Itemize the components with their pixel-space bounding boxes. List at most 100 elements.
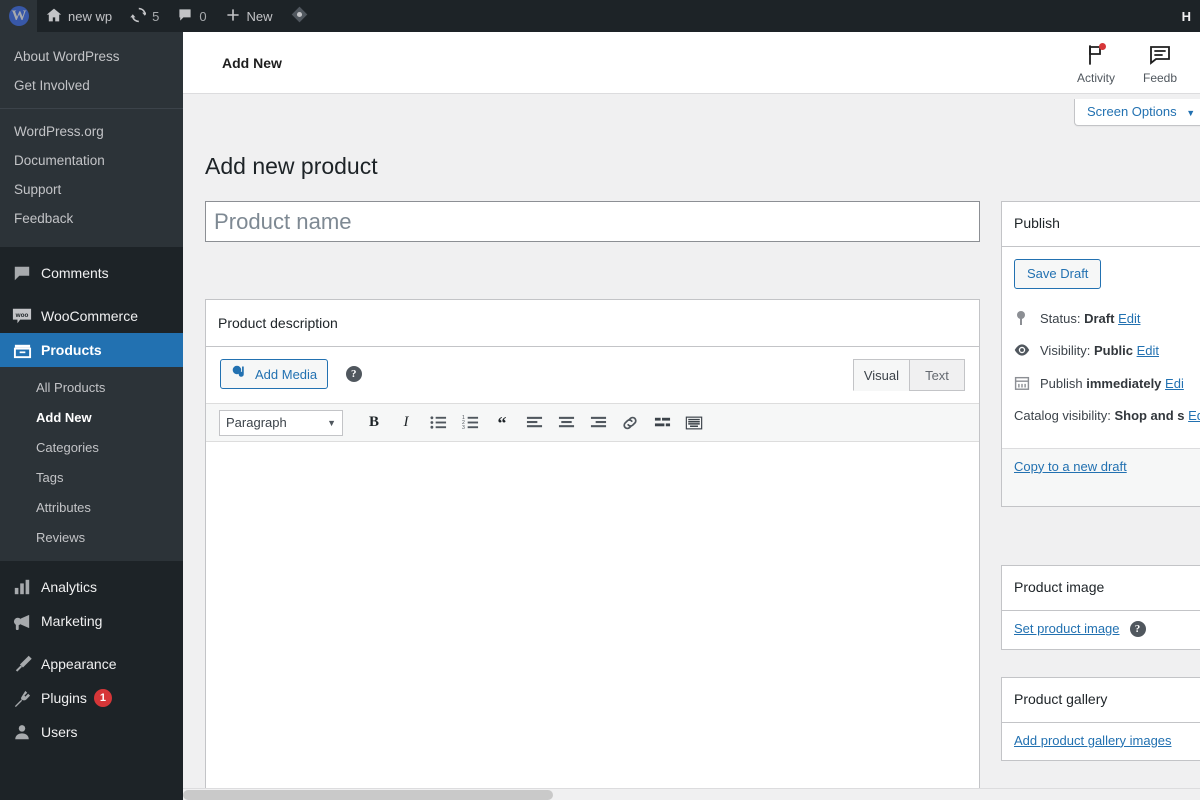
admin-content-area: Add New Activity Feedb Screen Options ▼ … — [183, 32, 1200, 800]
flyout-group-resources: WordPress.org Documentation Support Feed… — [0, 108, 183, 237]
product-title-wrap — [205, 201, 980, 242]
admin-bar-howdy[interactable]: H — [1173, 0, 1200, 32]
publish-box: Publish Save Draft Status: Draft Edit Vi… — [1001, 201, 1200, 507]
status-edit-link[interactable]: Edit — [1118, 311, 1140, 326]
editor-toolbar-top: Add Media ? Visual Text — [206, 347, 979, 403]
catalog-visibility-text: Catalog visibility: Shop and s Edit — [1014, 406, 1200, 426]
flyout-item-documentation[interactable]: Documentation — [0, 146, 183, 175]
submenu-item-tags[interactable]: Tags — [0, 463, 183, 493]
sidebar-item-label: Marketing — [41, 613, 103, 629]
comments-icon — [12, 263, 32, 283]
submenu-item-attributes[interactable]: Attributes — [0, 493, 183, 523]
help-icon[interactable]: ? — [1129, 620, 1146, 637]
site-name-label: new wp — [68, 8, 113, 24]
sidebar-item-label: Comments — [41, 265, 109, 281]
copy-to-new-draft-link[interactable]: Copy to a new draft — [1014, 459, 1127, 474]
plugins-update-badge: 1 — [93, 689, 112, 707]
visibility-edit-link[interactable]: Edit — [1137, 343, 1159, 358]
add-media-button[interactable]: Add Media — [220, 359, 329, 389]
flag-icon — [1083, 42, 1109, 68]
italic-icon[interactable]: I — [391, 410, 421, 436]
link-icon[interactable] — [615, 410, 645, 436]
paragraph-format-select[interactable]: Paragraph ▼ — [219, 409, 343, 436]
screen-options-tab[interactable]: Screen Options ▼ — [1074, 99, 1200, 126]
set-product-image-link[interactable]: Set product image — [1014, 621, 1120, 636]
submenu-item-categories[interactable]: Categories — [0, 433, 183, 463]
editor-content-area[interactable] — [206, 442, 979, 800]
schedule-edit-link[interactable]: Edi — [1165, 376, 1184, 391]
align-center-icon[interactable] — [551, 410, 581, 436]
tab-text[interactable]: Text — [909, 359, 965, 391]
flyout-item-get-involved[interactable]: Get Involved — [0, 71, 183, 100]
flyout-item-about-wordpress[interactable]: About WordPress — [0, 42, 183, 71]
comment-bubble-icon — [177, 7, 193, 26]
help-icon[interactable]: ? — [345, 366, 362, 382]
blockquote-icon[interactable]: “ — [487, 410, 517, 436]
flyout-item-feedback[interactable]: Feedback — [0, 204, 183, 233]
flyout-item-wordpress-org[interactable]: WordPress.org — [0, 117, 183, 146]
home-icon — [46, 7, 62, 26]
horizontal-scrollbar[interactable] — [183, 788, 1200, 800]
sidebar-item-label: Users — [41, 724, 78, 740]
submenu-item-all-products[interactable]: All Products — [0, 373, 183, 403]
calendar-icon — [1014, 375, 1032, 397]
sidebar-item-label: WooCommerce — [41, 308, 138, 324]
admin-bar-seo[interactable] — [282, 0, 317, 32]
sidebar-item-marketing[interactable]: Marketing — [0, 604, 183, 638]
tab-visual[interactable]: Visual — [852, 359, 910, 391]
sidebar-item-plugins[interactable]: Plugins 1 — [0, 681, 183, 715]
new-label: New — [246, 8, 273, 24]
horizontal-scrollbar-thumb[interactable] — [183, 790, 553, 800]
bold-icon[interactable]: B — [359, 410, 389, 436]
bulleted-list-icon[interactable] — [423, 410, 453, 436]
admin-bar-site-name[interactable]: new wp — [37, 0, 121, 32]
diamond-icon — [291, 6, 308, 26]
activity-panel-button[interactable]: Activity — [1077, 42, 1115, 85]
sidebar-item-products[interactable]: Products — [0, 333, 191, 367]
product-image-box: Product image Set product image ? — [1001, 565, 1200, 650]
admin-bar-wp-logo[interactable]: W — [0, 0, 37, 32]
megaphone-icon — [12, 611, 32, 631]
admin-bar-comments[interactable]: 0 — [168, 0, 215, 32]
catalog-edit-link[interactable]: Edit — [1188, 408, 1200, 423]
sidebar-item-analytics[interactable]: Analytics — [0, 570, 183, 604]
add-product-gallery-images-link[interactable]: Add product gallery images — [1014, 733, 1172, 748]
numbered-list-icon[interactable]: 123 — [455, 410, 485, 436]
schedule-value: immediately — [1086, 375, 1162, 391]
save-draft-button[interactable]: Save Draft — [1014, 258, 1102, 289]
publish-box-title: Publish — [1002, 202, 1200, 247]
read-more-icon[interactable] — [647, 410, 677, 436]
flyout-item-support[interactable]: Support — [0, 175, 183, 204]
align-left-icon[interactable] — [519, 410, 549, 436]
sidebar-item-label: Analytics — [41, 579, 98, 595]
submenu-item-add-new[interactable]: Add New — [0, 403, 183, 433]
product-title-input[interactable] — [205, 201, 980, 242]
eye-icon — [1014, 342, 1032, 364]
products-icon — [12, 340, 32, 360]
paintbrush-icon — [12, 654, 32, 674]
svg-text:3: 3 — [462, 425, 465, 431]
schedule-label: Publish — [1040, 375, 1083, 391]
align-right-icon[interactable] — [583, 410, 613, 436]
visibility-label: Visibility: — [1040, 343, 1091, 359]
toolbar-toggle-icon[interactable] — [679, 410, 709, 436]
page-title: Add new product — [205, 153, 378, 180]
media-icon — [231, 364, 248, 384]
notification-dot — [1099, 43, 1106, 50]
sidebar-item-comments[interactable]: Comments — [0, 256, 183, 290]
sidebar-item-appearance[interactable]: Appearance — [0, 647, 183, 681]
submenu-item-reviews[interactable]: Reviews — [0, 523, 183, 553]
sidebar-item-users[interactable]: Users — [0, 715, 183, 749]
plus-icon — [225, 7, 241, 26]
publish-visibility-text: Visibility: Public Edit — [1040, 341, 1159, 361]
pin-icon — [1014, 310, 1032, 332]
publish-schedule-text: Publish immediately Edi — [1040, 374, 1184, 394]
admin-bar-new-content[interactable]: New — [216, 0, 282, 32]
feedback-bubble-icon — [1147, 42, 1173, 68]
product-gallery-box: Product gallery Add product gallery imag… — [1001, 677, 1200, 761]
product-image-title: Product image — [1002, 566, 1200, 611]
admin-bar-updates[interactable]: 5 — [121, 0, 168, 32]
feedback-button[interactable]: Feedb — [1143, 42, 1177, 85]
sidebar-item-label: Plugins — [41, 690, 87, 706]
sidebar-item-woocommerce[interactable]: woo WooCommerce — [0, 299, 183, 333]
